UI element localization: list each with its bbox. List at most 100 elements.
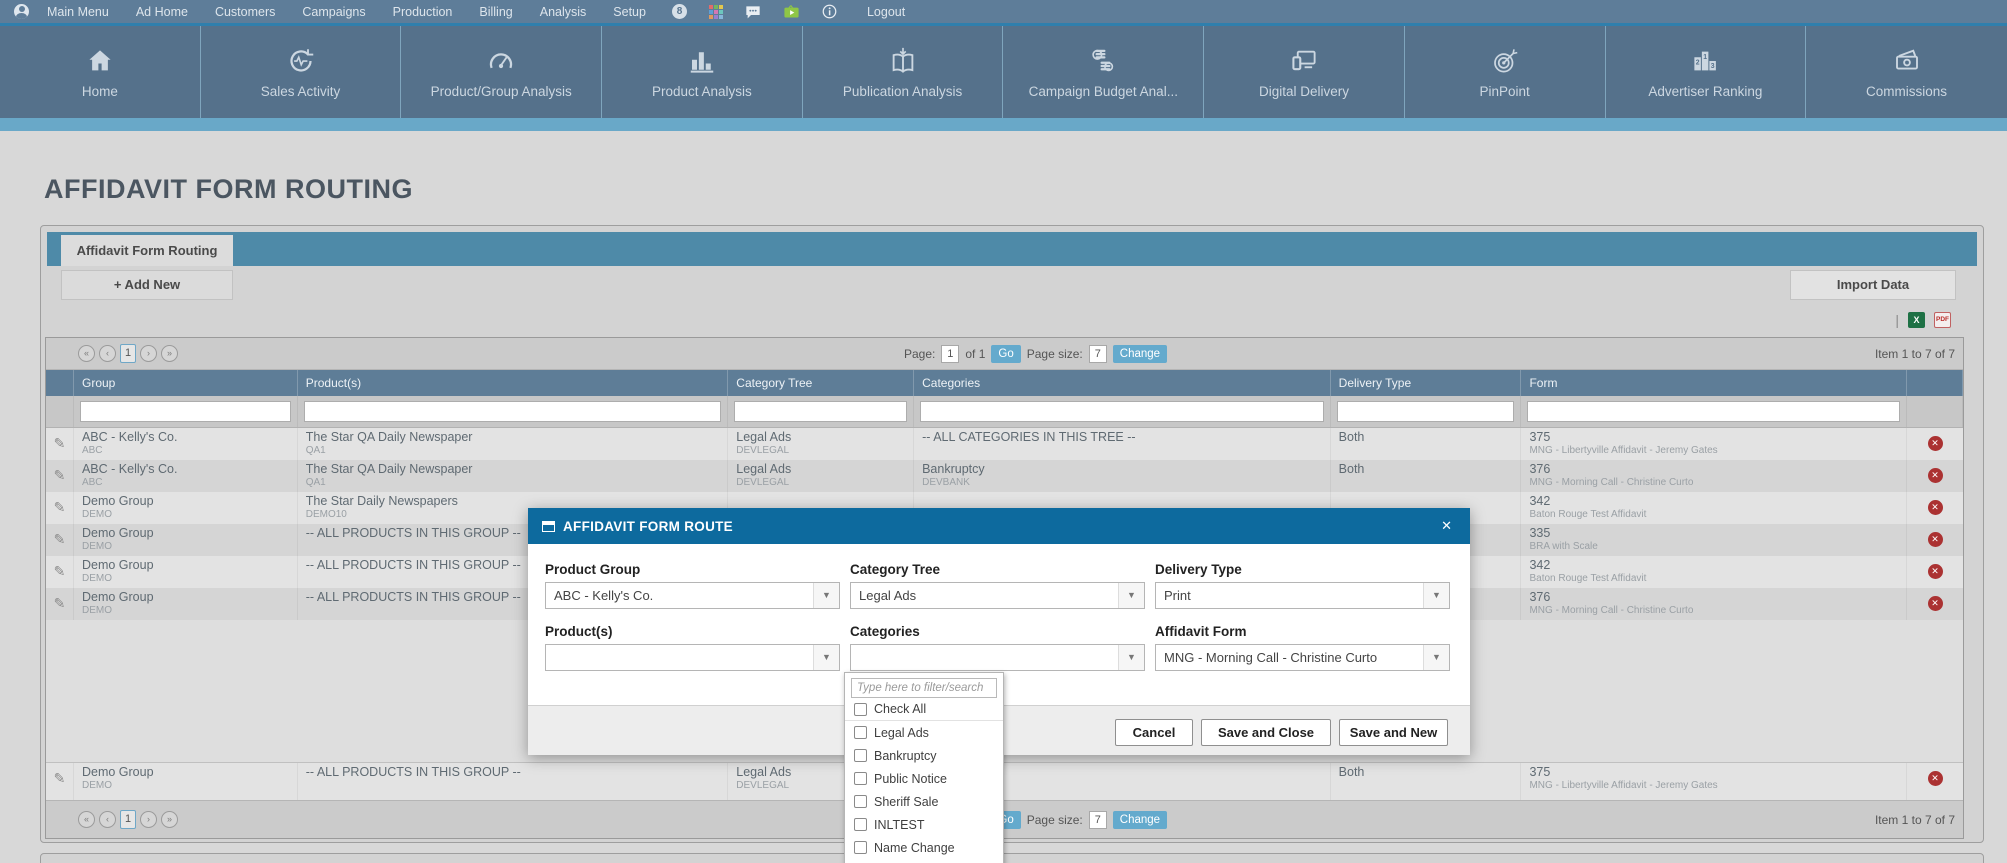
save-and-new-button[interactable]: Save and New [1339, 719, 1448, 746]
category-tree-dropdown[interactable]: Legal Ads ▼ [850, 582, 1145, 609]
menu-item-billing[interactable]: Billing [479, 5, 512, 19]
filter-input-category-tree[interactable] [734, 401, 907, 422]
cancel-button[interactable]: Cancel [1115, 719, 1193, 746]
ribbon-item-digital-delivery[interactable]: Digital Delivery [1204, 26, 1405, 118]
checkbox[interactable] [854, 703, 867, 716]
filter-input-categories[interactable] [920, 401, 1324, 422]
ribbon-item-publication-analysis[interactable]: Publication Analysis [803, 26, 1004, 118]
pager-next-button[interactable]: › [140, 811, 157, 828]
chevron-down-icon[interactable]: ▼ [1118, 583, 1144, 608]
products-dropdown[interactable]: ▼ [545, 644, 840, 671]
change-button[interactable]: Change [1113, 811, 1167, 829]
ribbon-item-sales-activity[interactable]: Sales Activity [201, 26, 402, 118]
menu-item-ad-home[interactable]: Ad Home [136, 5, 188, 19]
logout-link[interactable]: Logout [867, 5, 905, 19]
pager-prev-button[interactable]: ‹ [99, 811, 116, 828]
edit-icon[interactable]: ✎ [54, 595, 66, 611]
edit-icon[interactable]: ✎ [54, 770, 66, 786]
page-size-input[interactable] [1089, 811, 1107, 829]
edit-icon[interactable]: ✎ [54, 435, 66, 451]
pager-current-page[interactable]: 1 [120, 810, 136, 829]
edit-icon[interactable]: ✎ [54, 467, 66, 483]
affidavit-form-dropdown[interactable]: MNG - Morning Call - Christine Curto ▼ [1155, 644, 1450, 671]
user-avatar-icon[interactable] [14, 4, 29, 19]
column-header-category-tree[interactable]: Category Tree [728, 370, 914, 396]
go-button[interactable]: Go [991, 345, 1020, 363]
column-header-delivery-type[interactable]: Delivery Type [1331, 370, 1522, 396]
checkbox[interactable] [854, 795, 867, 808]
filter-input-group[interactable] [80, 401, 291, 422]
column-header-form[interactable]: Form [1521, 370, 1907, 396]
menu-item-campaigns[interactable]: Campaigns [302, 5, 365, 19]
categories-dropdown[interactable]: ▼ [850, 644, 1145, 671]
ribbon-item-commissions[interactable]: Commissions [1806, 26, 2007, 118]
column-header-categories[interactable]: Categories [914, 370, 1331, 396]
pager-first-button[interactable]: « [78, 811, 95, 828]
chevron-down-icon[interactable]: ▼ [1423, 583, 1449, 608]
delete-icon[interactable]: ✕ [1928, 468, 1943, 483]
chevron-down-icon[interactable]: ▼ [813, 583, 839, 608]
checkbox[interactable] [854, 818, 867, 831]
export-excel-icon[interactable]: X [1908, 312, 1925, 328]
delete-icon[interactable]: ✕ [1928, 436, 1943, 451]
category-option-check-all[interactable]: Check All [845, 698, 1003, 721]
menu-item-setup[interactable]: Setup [613, 5, 646, 19]
checkbox[interactable] [854, 749, 867, 762]
category-option-name-change[interactable]: Name Change [845, 836, 1003, 859]
ribbon-item-home[interactable]: Home [0, 26, 201, 118]
close-icon[interactable]: ✕ [1437, 516, 1456, 536]
pager-current-page[interactable]: 1 [120, 344, 136, 363]
delete-icon[interactable]: ✕ [1928, 771, 1943, 786]
ribbon-item-campaign-budget-anal[interactable]: Campaign Budget Anal... [1003, 26, 1204, 118]
chat-icon[interactable] [745, 5, 761, 19]
edit-icon[interactable]: ✎ [54, 531, 66, 547]
export-pdf-icon[interactable]: PDF [1934, 312, 1951, 328]
delete-icon[interactable]: ✕ [1928, 596, 1943, 611]
ribbon-item-product-group-analysis[interactable]: Product/Group Analysis [401, 26, 602, 118]
categories-filter-input[interactable] [851, 678, 997, 698]
import-data-button[interactable]: Import Data [1790, 270, 1956, 300]
filter-input-product-s[interactable] [304, 401, 722, 422]
column-header-product-s[interactable]: Product(s) [298, 370, 729, 396]
apps-grid-icon[interactable] [709, 5, 723, 19]
ribbon-item-pinpoint[interactable]: PinPoint [1405, 26, 1606, 118]
pager-last-button[interactable]: » [161, 345, 178, 362]
column-header-group[interactable]: Group [74, 370, 298, 396]
filter-input-form[interactable] [1527, 401, 1900, 422]
ribbon-item-product-analysis[interactable]: Product Analysis [602, 26, 803, 118]
info-icon[interactable] [822, 4, 837, 19]
video-tutorials-icon[interactable] [783, 4, 800, 19]
page-size-input[interactable] [1089, 345, 1107, 363]
menu-item-customers[interactable]: Customers [215, 5, 275, 19]
menu-item-analysis[interactable]: Analysis [540, 5, 587, 19]
ribbon-item-advertiser-ranking[interactable]: 213Advertiser Ranking [1606, 26, 1807, 118]
category-option-public-notice[interactable]: Public Notice [845, 767, 1003, 790]
add-new-button[interactable]: + Add New [61, 270, 233, 300]
edit-icon[interactable]: ✎ [54, 563, 66, 579]
chevron-down-icon[interactable]: ▼ [1423, 645, 1449, 670]
edit-icon[interactable]: ✎ [54, 499, 66, 515]
filter-input-delivery-type[interactable] [1337, 401, 1515, 422]
menu-item-main-menu[interactable]: Main Menu [47, 5, 109, 19]
pager-prev-button[interactable]: ‹ [99, 345, 116, 362]
checkbox[interactable] [854, 772, 867, 785]
pager-last-button[interactable]: » [161, 811, 178, 828]
category-option-bankruptcy[interactable]: Bankruptcy [845, 744, 1003, 767]
checkbox[interactable] [854, 726, 867, 739]
category-option-legal-ads[interactable]: Legal Ads [845, 721, 1003, 744]
category-option-sheriff-sale[interactable]: Sheriff Sale [845, 790, 1003, 813]
checkbox[interactable] [854, 841, 867, 854]
save-and-close-button[interactable]: Save and Close [1201, 719, 1331, 746]
delivery-type-dropdown[interactable]: Print ▼ [1155, 582, 1450, 609]
delete-icon[interactable]: ✕ [1928, 532, 1943, 547]
chevron-down-icon[interactable]: ▼ [813, 645, 839, 670]
delete-icon[interactable]: ✕ [1928, 500, 1943, 515]
page-number-input[interactable] [941, 345, 959, 363]
delete-icon[interactable]: ✕ [1928, 564, 1943, 579]
notification-badge-icon[interactable]: 8 [672, 4, 687, 19]
pager-first-button[interactable]: « [78, 345, 95, 362]
category-option-inltest[interactable]: INLTEST [845, 813, 1003, 836]
change-button[interactable]: Change [1113, 345, 1167, 363]
chevron-down-icon[interactable]: ▼ [1118, 645, 1144, 670]
product-group-dropdown[interactable]: ABC - Kelly's Co. ▼ [545, 582, 840, 609]
